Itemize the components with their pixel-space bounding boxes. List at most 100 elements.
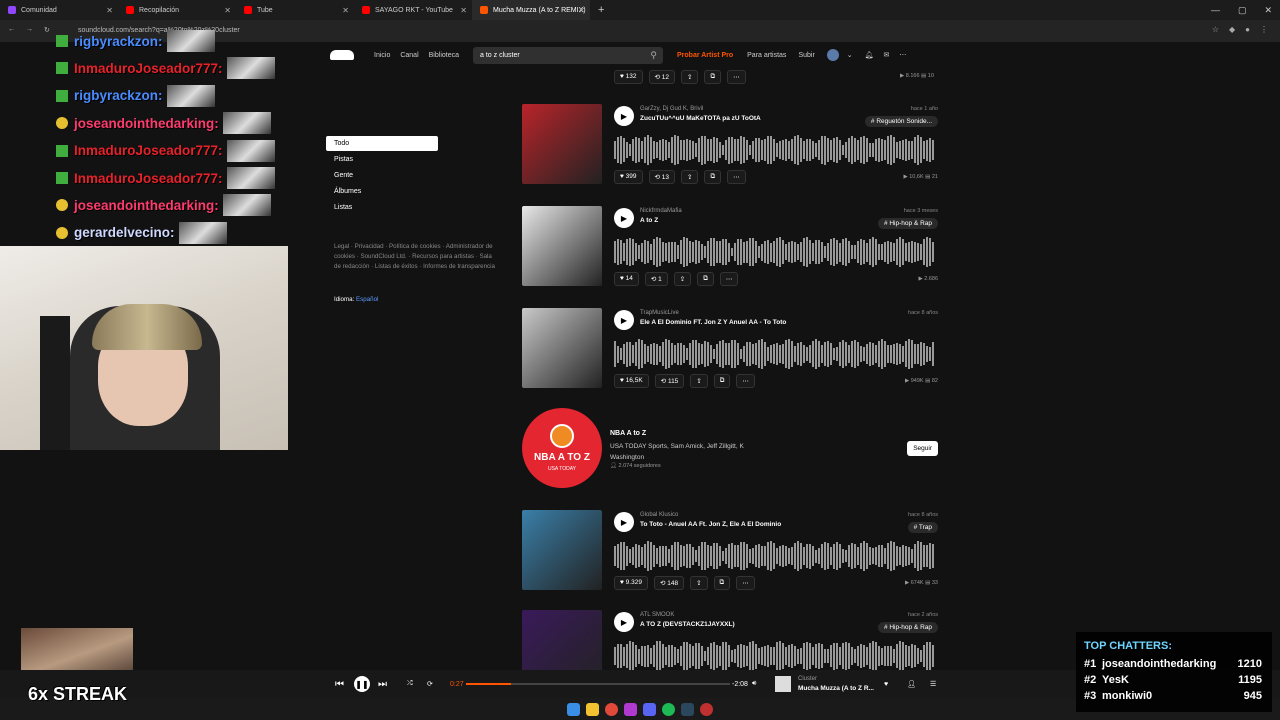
- track-uploader[interactable]: Global Klusico: [640, 512, 678, 518]
- waveform[interactable]: [614, 338, 936, 370]
- track-uploader[interactable]: TrapMusicLive: [640, 310, 679, 316]
- track-artwork[interactable]: [522, 206, 602, 286]
- discord-icon[interactable]: [643, 702, 656, 716]
- track-artwork[interactable]: [522, 104, 602, 184]
- repost-button[interactable]: ⟲ 12: [648, 70, 676, 84]
- bookmark-icon[interactable]: ☆: [1212, 25, 1219, 34]
- repost-button[interactable]: ⟲ 148: [653, 576, 685, 590]
- search-input[interactable]: a to z cluster: [480, 52, 520, 59]
- browser-tab[interactable]: Mucha Muzza (A to Z REMIX) ✕: [472, 0, 590, 20]
- track-uploader[interactable]: NickfrmdaMafia: [640, 208, 682, 214]
- new-tab-button[interactable]: +: [598, 4, 604, 16]
- filter-3[interactable]: Álbumes: [326, 184, 438, 199]
- waveform[interactable]: [614, 134, 936, 166]
- messages-icon[interactable]: ✉: [884, 51, 890, 59]
- share-button[interactable]: ⇪: [681, 170, 699, 184]
- for-artists-link[interactable]: Para artistas: [747, 52, 786, 59]
- genre-tag[interactable]: # Trap: [907, 522, 938, 533]
- play-button[interactable]: ▶: [614, 612, 634, 632]
- file-explorer-icon[interactable]: [586, 702, 599, 716]
- notifications-icon[interactable]: 🔔︎: [865, 51, 874, 59]
- repeat-icon[interactable]: ⟳: [427, 680, 433, 688]
- like-button[interactable]: ♥ 14: [614, 272, 639, 286]
- volume-icon[interactable]: 🔊︎: [752, 680, 756, 688]
- steam-icon[interactable]: [681, 702, 694, 716]
- close-tab-icon[interactable]: ✕: [460, 6, 467, 15]
- like-button[interactable]: ♥ 16,5K: [614, 374, 649, 388]
- share-button[interactable]: ⇪: [673, 272, 692, 286]
- browser-tab[interactable]: SAYAGO RKT - YouTube ✕: [354, 0, 472, 20]
- soundcloud-logo-icon[interactable]: [330, 50, 354, 60]
- track-uploader[interactable]: GarZzy, Dj Gud K, Brivil: [640, 106, 703, 112]
- like-button[interactable]: ♥ 9.329: [614, 576, 648, 590]
- maximize-icon[interactable]: ▢: [1238, 5, 1247, 16]
- follow-button[interactable]: Seguir: [907, 441, 938, 456]
- filter-4[interactable]: Listas: [326, 200, 438, 215]
- more-button[interactable]: ⋯: [719, 272, 739, 286]
- chrome-icon[interactable]: [605, 702, 618, 716]
- close-window-icon[interactable]: ✕: [1264, 5, 1272, 16]
- app-icon[interactable]: [700, 702, 713, 716]
- nav-home[interactable]: Inicio: [374, 52, 390, 59]
- search-icon[interactable]: ⚲: [650, 50, 657, 61]
- close-tab-icon[interactable]: ✕: [342, 6, 349, 15]
- try-artist-pro-link[interactable]: Probar Artist Pro: [677, 52, 733, 59]
- now-playing-artist[interactable]: Cluster: [798, 676, 817, 682]
- follow-user-icon[interactable]: 👤︎: [907, 680, 916, 688]
- track-title[interactable]: To Toto - Anuel AA Ft. Jon Z, Ele A El D…: [640, 521, 781, 528]
- profile-avatar[interactable]: NBA A TO Z USA TODAY: [522, 408, 602, 488]
- share-button[interactable]: ⇪: [681, 70, 699, 84]
- track-artwork[interactable]: [522, 308, 602, 388]
- search-box[interactable]: a to z cluster ⚲: [473, 46, 663, 64]
- nav-library[interactable]: Biblioteca: [429, 52, 459, 59]
- track-uploader[interactable]: ATL SMOOK: [640, 612, 674, 618]
- close-tab-icon[interactable]: ✕: [106, 6, 113, 15]
- menu-icon[interactable]: ⋮: [1260, 25, 1268, 34]
- language-link[interactable]: Español: [356, 296, 378, 303]
- now-playing-art[interactable]: [775, 676, 791, 692]
- user-avatar[interactable]: [826, 49, 839, 61]
- track-title[interactable]: A TO Z (DEVSTACKZ1JAYXXL): [640, 621, 735, 628]
- genre-tag[interactable]: # Reguetón Sonide...: [864, 116, 938, 127]
- repost-button[interactable]: ⟲ 115: [654, 374, 685, 388]
- copy-link-button[interactable]: ⧉: [713, 576, 731, 590]
- more-button[interactable]: ⋯: [736, 374, 755, 388]
- close-tab-icon[interactable]: ✕: [224, 6, 231, 15]
- browser-tab[interactable]: Tube ✕: [236, 0, 354, 20]
- upload-link[interactable]: Subir: [798, 52, 814, 59]
- queue-icon[interactable]: ☰: [930, 680, 936, 688]
- copy-link-button[interactable]: ⧉: [713, 374, 731, 388]
- play-button[interactable]: ▶: [614, 208, 634, 228]
- extension-icon[interactable]: ◆: [1229, 25, 1235, 34]
- genre-tag[interactable]: # Hip-hop & Rap: [877, 622, 938, 633]
- waveform[interactable]: [614, 540, 936, 572]
- now-playing-title[interactable]: Mucha Muzza (A to Z R...: [798, 685, 874, 692]
- browser-tab[interactable]: Recopilación ✕: [118, 0, 236, 20]
- shuffle-icon[interactable]: ⤮: [407, 680, 413, 688]
- filter-2[interactable]: Gente: [326, 168, 438, 183]
- copy-link-button[interactable]: ⧉: [704, 170, 722, 184]
- copy-link-button[interactable]: ⧉: [704, 70, 722, 84]
- track-title[interactable]: A to Z: [640, 217, 658, 224]
- share-button[interactable]: ⇪: [690, 374, 708, 388]
- genre-tag[interactable]: # Hip-hop & Rap: [877, 218, 938, 229]
- pause-button[interactable]: ❚❚: [354, 676, 370, 692]
- browser-tab[interactable]: Comunidad ✕: [0, 0, 118, 20]
- share-button[interactable]: ⇪: [690, 576, 708, 590]
- spotify-icon[interactable]: [662, 702, 675, 716]
- waveform[interactable]: [614, 640, 936, 672]
- play-button[interactable]: ▶: [614, 310, 634, 330]
- minimize-icon[interactable]: —: [1211, 5, 1220, 15]
- nav-feed[interactable]: Canal: [400, 52, 418, 59]
- progress-track[interactable]: [466, 683, 730, 685]
- filter-1[interactable]: Pistas: [326, 152, 438, 167]
- filter-0[interactable]: Todo: [326, 136, 438, 151]
- repost-button[interactable]: ⟲ 1: [644, 272, 668, 286]
- play-button[interactable]: ▶: [614, 512, 634, 532]
- play-button[interactable]: ▶: [614, 106, 634, 126]
- track-title[interactable]: Ele A El Dominio FT. Jon Z Y Anuel AA - …: [640, 319, 786, 326]
- next-icon[interactable]: ⏭: [378, 679, 387, 690]
- more-button[interactable]: ⋯: [727, 70, 746, 84]
- like-icon[interactable]: ♥: [884, 681, 888, 688]
- waveform[interactable]: [614, 236, 936, 268]
